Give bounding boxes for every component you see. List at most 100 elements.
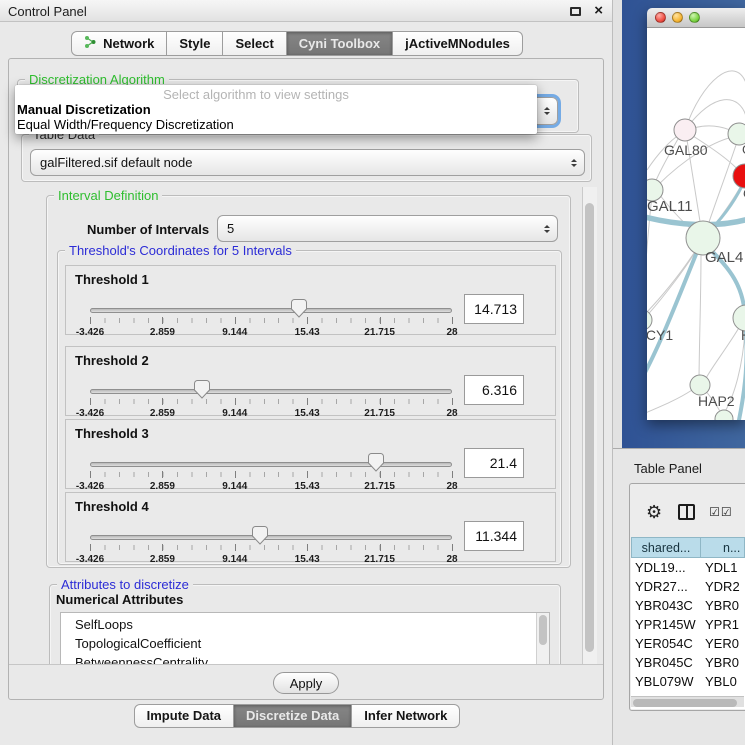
cell[interactable]: YBR045C [631,655,701,670]
settings-scrollpane: Interval Definition Number of Intervals … [15,187,597,664]
apply-button[interactable]: Apply [273,672,339,694]
column-header-shared-name[interactable]: shared... [631,537,701,558]
cell[interactable]: YBR0 [701,598,745,613]
tick-label: 21.715 [364,408,395,419]
scrollbar-thumb[interactable] [633,699,737,707]
tab-discretize-data[interactable]: Discretize Data [234,704,352,728]
cell[interactable]: YDR27... [631,579,701,594]
column-header-name[interactable]: n... [701,537,745,558]
close-icon[interactable]: × [594,2,603,19]
group-title: Interval Definition [54,188,162,203]
tick-label: 28 [446,554,457,565]
table-panel: Table Panel ⚙ ☑☑ shared... n... YDL19...… [613,448,745,745]
zoom-traffic-light-icon[interactable] [689,12,700,23]
tick-label: 15.43 [295,408,320,419]
numerical-attributes-list[interactable]: SelfLoops TopologicalCoefficient Between… [60,612,550,664]
cell[interactable]: YBR043C [631,598,701,613]
dropdown-option-manual[interactable]: Manual Discretization [17,102,151,117]
slider-track[interactable] [90,308,452,313]
cell[interactable]: YER0 [701,636,745,651]
threshold-value-field[interactable]: 21.4 [464,448,524,478]
table-data-combo[interactable]: galFiltered.sif default node [30,149,585,176]
threshold-label: Threshold 3 [75,426,149,441]
select-columns-checkboxes-icon[interactable]: ☑☑ [709,505,733,519]
tick-label: 28 [446,327,457,338]
threshold-slider[interactable]: -3.426 2.859 9.144 15.43 21.715 28 [90,460,452,492]
table-row[interactable]: YER054CYER0 [631,634,745,653]
num-intervals-combo[interactable]: 5 [217,215,558,242]
cell[interactable]: YDL1 [701,560,745,575]
tab-network[interactable]: Network [71,31,167,56]
list-scrollbar[interactable] [536,613,549,664]
table-row[interactable]: YDR27...YDR2 [631,577,745,596]
cell[interactable]: YDL19... [631,560,701,575]
threshold-panel-1: Threshold 1 -3.426 2.859 9.144 15.43 21.… [65,265,556,335]
slider-track[interactable] [90,535,452,540]
float-window-icon[interactable] [570,7,581,16]
table-row[interactable]: YPR145WYPR1 [631,615,745,634]
cell[interactable]: YBL079W [631,674,701,689]
threshold-slider[interactable]: -3.426 2.859 9.144 15.43 21.715 28 [90,533,452,565]
node-red [733,164,745,188]
threshold-value-field[interactable]: 14.713 [464,294,524,324]
slider-thumb[interactable] [290,299,307,318]
list-item[interactable]: TopologicalCoefficient [61,634,549,653]
threshold-slider[interactable]: -3.426 2.859 9.144 15.43 21.715 28 [90,306,452,338]
close-traffic-light-icon[interactable] [655,12,666,23]
top-tab-bar: Network Style Select Cyni Toolbox jActiv… [0,31,594,56]
gear-icon[interactable]: ⚙ [646,503,662,521]
tab-impute-data[interactable]: Impute Data [134,704,234,728]
dropdown-option-equal-width[interactable]: Equal Width/Frequency Discretization [17,117,234,132]
network-canvas[interactable]: GAL80 GA C GAL11 GAL4 GCY1 H HAP2 [647,28,745,420]
slider-track[interactable] [90,389,452,394]
table-row[interactable]: YDL19...YDL1 [631,558,745,577]
cell[interactable]: YPR1 [701,617,745,632]
tick-label: 15.43 [295,481,320,492]
tab-jactivemnodules[interactable]: jActiveMNodules [393,31,523,56]
discretize-data-panel: Discretization Algorithm Select algorith… [8,58,604,700]
num-intervals-label: Number of Intervals [87,222,209,237]
table-row[interactable]: YBR043CYBR0 [631,596,745,615]
table-toolbar: ⚙ ☑☑ [630,492,745,532]
list-item[interactable]: SelfLoops [61,615,549,634]
table-row[interactable]: YBR045CYBR0 [631,653,745,672]
vertical-scrollbar[interactable] [582,187,597,664]
tab-style[interactable]: Style [167,31,223,56]
threshold-slider[interactable]: -3.426 2.859 9.144 15.43 21.715 28 [90,387,452,419]
list-item[interactable]: BetweennessCentrality [61,653,549,664]
slider-thumb[interactable] [194,380,211,399]
cell[interactable]: YER054C [631,636,701,651]
horizontal-scrollbar[interactable] [631,696,744,707]
cell[interactable]: YDR2 [701,579,745,594]
threshold-panel-4: Threshold 4 -3.426 2.859 9.144 15.43 21.… [65,492,556,562]
cell[interactable]: YBR0 [701,655,745,670]
slider-thumb[interactable] [252,526,269,545]
network-window-titlebar[interactable] [647,8,745,28]
network-view-window[interactable]: GAL80 GA C GAL11 GAL4 GCY1 H HAP2 [647,8,745,420]
tab-select[interactable]: Select [223,31,286,56]
tick-label: -3.426 [76,408,104,419]
group-title: Attributes to discretize [57,577,193,592]
threshold-value-field[interactable]: 11.344 [464,521,524,551]
minimize-traffic-light-icon[interactable] [672,12,683,23]
cell[interactable]: YBL0 [701,674,745,689]
slider-track[interactable] [90,462,452,467]
node-label: GAL80 [664,142,708,158]
slider-thumb[interactable] [367,453,384,472]
tick-label: 21.715 [364,481,395,492]
tab-label: Network [103,36,154,51]
slider-ticks [90,472,452,477]
split-view-icon[interactable] [678,504,695,520]
scrollbar-thumb[interactable] [585,203,594,652]
slider-ticks [90,399,452,404]
dropdown-hint: Select algorithm to view settings [15,87,497,102]
table-row[interactable]: YBL079WYBL0 [631,672,745,691]
table-data-group: Table Data galFiltered.sif default node [21,134,592,182]
combo-value: 5 [227,221,234,236]
threshold-value-field[interactable]: 6.316 [464,375,524,405]
cell[interactable]: YPR145W [631,617,701,632]
tick-label: 9.144 [222,327,247,338]
tab-cyni-toolbox[interactable]: Cyni Toolbox [287,31,393,56]
tab-infer-network[interactable]: Infer Network [352,704,460,728]
node-label: H [741,327,745,343]
